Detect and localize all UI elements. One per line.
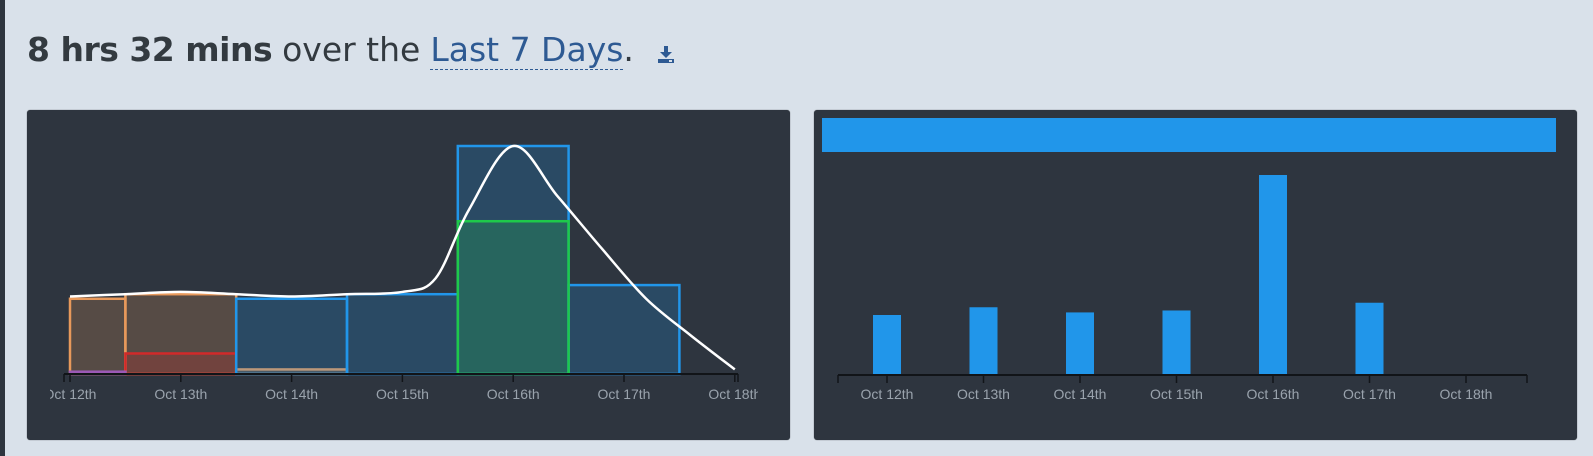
x-tick-label-2: Oct 14th: [1054, 386, 1107, 402]
bar-4: [1259, 175, 1287, 375]
x-tick-label-0: Oct 12th: [861, 386, 914, 402]
x-tick-label-1: Oct 13th: [154, 386, 207, 402]
bar-5: [1355, 302, 1384, 375]
bar-1: [969, 307, 998, 375]
bar-0: [873, 315, 901, 375]
area-step-2-3: [567, 283, 681, 376]
area-step-2-1: [345, 292, 460, 376]
x-tick-label-5: Oct 17th: [1343, 386, 1396, 402]
area-chart-svg: Oct 12th Oct 13th Oct 14th Oct 15th Oct 16th…: [44, 144, 761, 402]
x-tick-label-1: Oct 13th: [957, 386, 1010, 402]
x-tick-label-3: Oct 15th: [1150, 386, 1203, 402]
x-tick-label-4: Oct 16th: [1247, 386, 1300, 402]
x-tick-label-5: Oct 17th: [598, 386, 651, 402]
daily-bar-chart: Oct 12th Oct 13th Oct 14th Oct 15th Oct 16th…: [814, 110, 1577, 440]
area-step-2-0: [234, 297, 349, 376]
x-tick-label-4: Oct 16th: [487, 386, 540, 402]
summary-header: 8 hrs 32 mins over the Last 7 Days .: [27, 30, 676, 80]
area-step-3-0: [456, 219, 570, 376]
date-range-selector[interactable]: Last 7 Days: [430, 30, 624, 70]
area-step-1-0: [124, 352, 238, 376]
window-edge: [0, 0, 5, 456]
activity-area-chart: Oct 12th Oct 13th Oct 14th Oct 15th Oct 16th…: [27, 110, 790, 440]
summary-text: over the: [282, 30, 421, 69]
x-tick-label-6: Oct 18th: [1440, 386, 1493, 402]
bar-chart-svg: Oct 12th Oct 13th Oct 14th Oct 15th Oct 16th…: [822, 118, 1556, 402]
x-tick-label-6: Oct 18th: [708, 386, 761, 402]
summary-period: .: [623, 30, 634, 69]
area-step-0-0: [68, 297, 127, 376]
x-tick-label-2: Oct 14th: [265, 386, 318, 402]
bar-2: [1066, 312, 1094, 375]
x-tick-label-3: Oct 15th: [376, 386, 429, 402]
x-tick-label-0: Oct 12th: [44, 386, 97, 402]
bar-3: [1162, 310, 1191, 375]
total-time: 8 hrs 32 mins: [27, 30, 273, 69]
download-icon[interactable]: [656, 33, 676, 72]
legend-bar: [822, 118, 1556, 152]
